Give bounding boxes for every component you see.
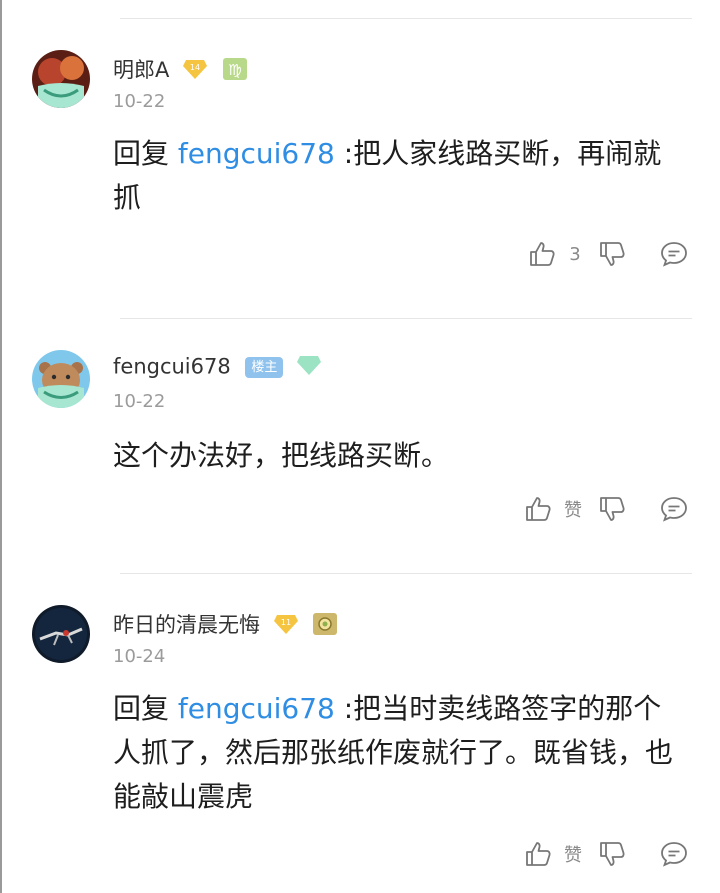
username[interactable]: fengcui678 xyxy=(113,355,231,379)
level-badge: 11 xyxy=(281,618,291,627)
thumbs-up-icon[interactable] xyxy=(524,495,552,523)
host-tag: 楼主 xyxy=(245,357,284,378)
thumbs-down-icon[interactable] xyxy=(598,840,626,868)
username-row: 昨日的清晨无悔 11 xyxy=(113,609,338,640)
svg-text:♍: ♍ xyxy=(228,61,241,79)
reply-bubble-icon[interactable] xyxy=(660,495,688,523)
vip-gem-icon: 11 xyxy=(273,613,299,640)
comment-date: 10-22 xyxy=(113,391,166,412)
comment-date: 10-22 xyxy=(113,91,166,112)
top-divider xyxy=(120,18,692,19)
comment-body: 这个办法好，把线路买断。 xyxy=(113,439,450,472)
comment-divider xyxy=(120,318,692,319)
screen-edge xyxy=(0,0,2,893)
vip-gem-icon xyxy=(296,354,322,381)
comment-divider xyxy=(120,573,692,574)
reply-bubble-icon[interactable] xyxy=(660,840,688,868)
comment-date: 10-24 xyxy=(113,646,166,667)
reply-prefix: 回复 xyxy=(113,137,178,170)
thumbs-up-icon[interactable] xyxy=(528,240,556,268)
comment-actions: 赞 xyxy=(524,839,688,869)
avatar[interactable] xyxy=(32,350,90,408)
reply-bubble-icon[interactable] xyxy=(660,240,688,268)
thumbs-down-icon[interactable] xyxy=(598,240,626,268)
mention-link[interactable]: fengcui678 xyxy=(178,692,335,725)
comment-actions: 3 xyxy=(528,239,688,269)
username-row: fengcui678 楼主 xyxy=(113,354,322,381)
avatar[interactable] xyxy=(32,50,90,108)
like-label: 赞 xyxy=(564,845,582,866)
thumbs-up-icon[interactable] xyxy=(524,840,552,868)
comment-actions: 赞 xyxy=(524,494,688,524)
like-label: 赞 xyxy=(564,500,582,521)
medal-icon xyxy=(313,612,338,640)
vip-gem-icon: 14 xyxy=(182,58,208,85)
username-row: 明郎A 14 ♍ xyxy=(113,54,247,85)
comment-text: 回复 fengcui678 :把当时卖线路签字的那个人抓了，然后那张纸作废就行了… xyxy=(113,687,688,819)
level-badge: 14 xyxy=(190,63,200,72)
avatar[interactable] xyxy=(32,605,90,663)
thumbs-down-icon[interactable] xyxy=(598,495,626,523)
like-count: 3 xyxy=(569,243,581,265)
reply-prefix: 回复 xyxy=(113,692,178,725)
username[interactable]: 昨日的清晨无悔 xyxy=(113,613,260,637)
virgo-icon: ♍ xyxy=(222,57,247,85)
mention-link[interactable]: fengcui678 xyxy=(178,137,335,170)
username[interactable]: 明郎A xyxy=(113,58,169,82)
comment-text: 这个办法好，把线路买断。 xyxy=(113,434,688,478)
comment-text: 回复 fengcui678 :把人家线路买断，再闹就抓 xyxy=(113,132,688,220)
